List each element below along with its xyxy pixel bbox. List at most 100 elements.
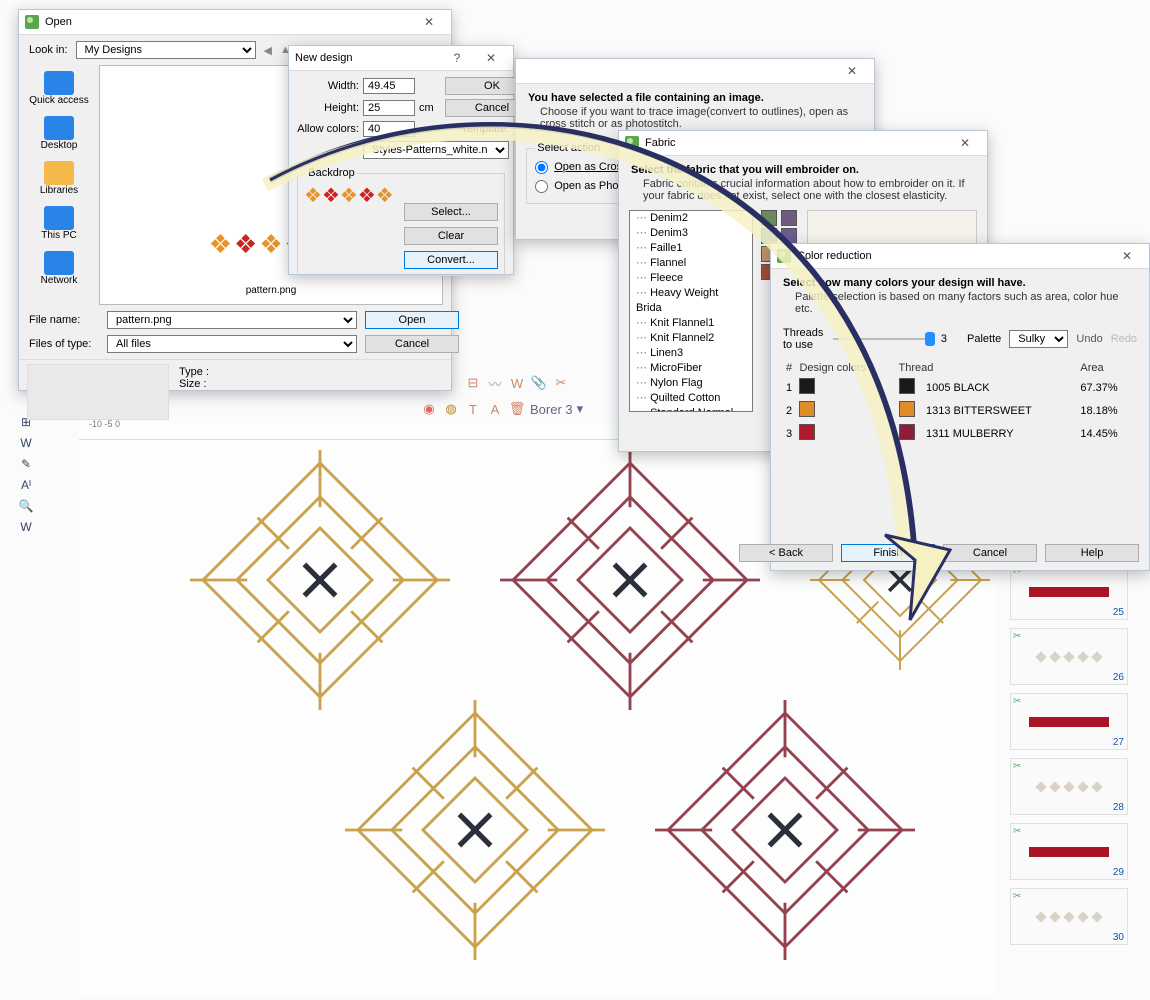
scissors-icon: ✂ [1013, 696, 1021, 707]
lookin-label: Look in: [29, 44, 68, 56]
swatch[interactable] [781, 228, 797, 244]
places-item[interactable]: Desktop [19, 116, 99, 151]
preview-caption: pattern.png [246, 285, 297, 304]
tool-button[interactable]: 🔍 [17, 497, 35, 515]
undo-link[interactable]: Undo [1076, 333, 1102, 345]
fabric-item[interactable]: Denim2 [630, 211, 752, 226]
close-icon[interactable]: ✕ [413, 13, 445, 31]
places-item[interactable]: Libraries [19, 161, 99, 196]
tool-button[interactable]: ✎ [17, 455, 35, 473]
cancel-button[interactable]: Cancel [943, 544, 1037, 562]
lookin-select[interactable]: My Designs [76, 41, 256, 59]
threads-label: Threads to use [783, 327, 825, 351]
frame-thumb[interactable]: ✂28 [1010, 758, 1128, 815]
col-th: Thread [898, 361, 1078, 375]
titlebar: Fabric ✕ [619, 131, 987, 156]
frame-strip[interactable]: ✂25 ✂26 ✂27 ✂28 ✂29 ✂30 [1010, 563, 1128, 953]
fabric-item[interactable]: Denim3 [630, 226, 752, 241]
app-icon [625, 136, 639, 150]
frame-thumb[interactable]: ✂27 [1010, 693, 1128, 750]
palette-label: Palette [967, 333, 1001, 345]
fabric-item[interactable]: Quilted Cotton [630, 391, 752, 406]
template-select[interactable]: Styles-Patterns_white.ngs [363, 141, 509, 159]
clear-button[interactable]: Clear [404, 227, 498, 245]
close-icon[interactable]: ✕ [949, 134, 981, 152]
backdrop-legend: Backdrop [306, 167, 356, 179]
unit-label: cm [419, 102, 441, 114]
height-label: Height: [297, 102, 359, 114]
frame-thumb[interactable]: ✂30 [1010, 888, 1128, 945]
color-reduction-dialog: Color reduction ✕ Select how many colors… [770, 243, 1150, 571]
finish-button[interactable]: Finish [841, 544, 935, 562]
back-button[interactable]: < Back [739, 544, 833, 562]
places-item[interactable]: Quick access [19, 71, 99, 106]
swatch[interactable] [781, 210, 797, 226]
fabric-item[interactable]: Knit Flannel1 [630, 316, 752, 331]
fabric-item[interactable]: Heavy Weight Brida [630, 286, 752, 316]
help-button[interactable]: Help [1045, 544, 1139, 562]
help-icon[interactable]: ? [441, 49, 473, 67]
toolbar-icon[interactable]: 〰 [486, 374, 504, 392]
toolbar-icon[interactable]: ⊟ [464, 374, 482, 392]
toolbar-icon[interactable]: ✂ [552, 374, 570, 392]
fabric-item[interactable]: Nylon Flag [630, 376, 752, 391]
swatch[interactable] [761, 210, 777, 226]
fabric-item[interactable]: Flannel [630, 256, 752, 271]
palette-select[interactable]: Sulky [1009, 330, 1068, 348]
toolbar-icon[interactable]: 🗑 [508, 400, 526, 418]
places-item[interactable]: Network [19, 251, 99, 286]
swatch[interactable] [761, 228, 777, 244]
threads-slider[interactable] [833, 332, 933, 346]
color-heading: Select how many colors your design will … [783, 277, 1026, 289]
redo-link: Redo [1111, 333, 1137, 345]
convert-button[interactable]: Convert... [404, 251, 498, 269]
fabric-item[interactable]: Fleece [630, 271, 752, 286]
frame-thumb[interactable]: ✂26 [1010, 628, 1128, 685]
table-row[interactable]: 21313 BITTERSWEET18.18% [785, 400, 1135, 421]
nav-back-icon[interactable]: ◀ [264, 44, 272, 57]
fabric-item[interactable]: Standard Normal [630, 406, 752, 412]
fabric-list[interactable]: Denim2Denim3Faille1FlannelFleeceHeavy We… [629, 210, 753, 412]
colors-input[interactable] [363, 121, 415, 137]
filename-input[interactable]: pattern.png [107, 311, 357, 329]
frame-thumb[interactable]: ✂29 [1010, 823, 1128, 880]
table-row[interactable]: 11005 BLACK67.37% [785, 377, 1135, 398]
preview-meta: Type : Size : [19, 359, 451, 424]
close-icon[interactable]: ✕ [1111, 247, 1143, 265]
tool-button[interactable]: W [17, 518, 35, 536]
height-input[interactable] [363, 100, 415, 116]
select-button[interactable]: Select... [404, 203, 498, 221]
toolbar-icon[interactable]: 📎 [530, 374, 548, 392]
titlebar: ✕ [516, 59, 874, 84]
frame-thumb[interactable]: ✂25 [1010, 563, 1128, 620]
width-label: Width: [297, 80, 359, 92]
fabric-item[interactable]: Knit Flannel2 [630, 331, 752, 346]
borer-select[interactable]: Borer 3 [530, 402, 573, 417]
width-input[interactable] [363, 78, 415, 94]
app-icon [25, 15, 39, 29]
window-title: Open [45, 16, 72, 28]
toolbar-icon[interactable]: T [464, 400, 482, 418]
tool-button[interactable]: W [17, 434, 35, 452]
color-sub: Palette selection is based on many facto… [783, 289, 1137, 315]
filetype-select[interactable]: All files [107, 335, 357, 353]
tool-button[interactable]: Aᴵ [17, 476, 35, 494]
toolbar-icon[interactable]: W [508, 374, 526, 392]
fabric-item[interactable]: Linen3 [630, 346, 752, 361]
cancel-button[interactable]: Cancel [365, 335, 459, 353]
filetype-label: Files of type: [29, 338, 99, 350]
trace-heading: You have selected a file containing an i… [528, 92, 764, 104]
table-row[interactable]: 31311 MULBERRY14.45% [785, 423, 1135, 444]
open-button[interactable]: Open [365, 311, 459, 329]
col-n: # [785, 361, 796, 375]
template-label: Template: [445, 123, 509, 135]
scissors-icon: ✂ [1013, 891, 1021, 902]
fabric-item[interactable]: Faille1 [630, 241, 752, 256]
fabric-item[interactable]: MicroFiber [630, 361, 752, 376]
toolbar-icon[interactable]: A [486, 400, 504, 418]
places-item[interactable]: This PC [19, 206, 99, 241]
close-icon[interactable]: ✕ [836, 62, 868, 80]
window-title: Color reduction [797, 250, 872, 262]
places-bar: Quick access Desktop Libraries This PC Netwo… [19, 65, 99, 305]
close-icon[interactable]: ✕ [475, 49, 507, 67]
